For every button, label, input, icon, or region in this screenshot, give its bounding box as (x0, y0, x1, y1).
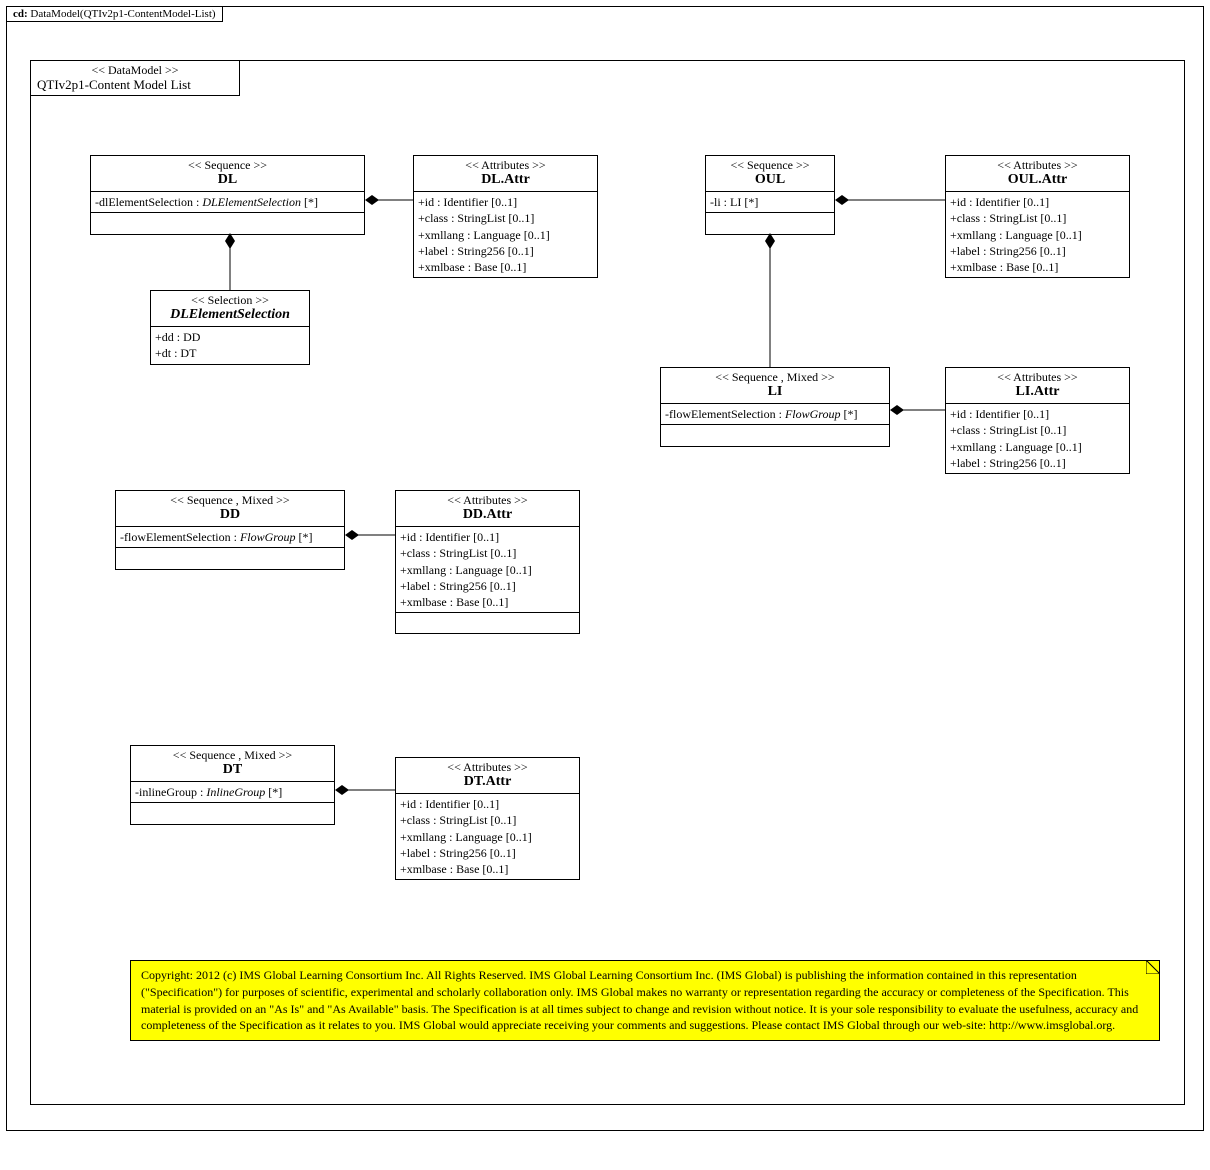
copyright-note: Copyright: 2012 (c) IMS Global Learning … (130, 960, 1160, 1041)
frame-tab: cd: DataModel(QTIv2p1-ContentModel-List) (6, 6, 223, 22)
stereotype: << Attributes >> (950, 158, 1125, 172)
stereotype: << Sequence , Mixed >> (665, 370, 885, 384)
class-DTAttr: << Attributes >> DT.Attr +id : Identifie… (395, 757, 580, 880)
class-ops (396, 613, 579, 633)
diagram-canvas: cd: DataModel(QTIv2p1-ContentModel-List)… (0, 0, 1210, 1170)
frame-tab-title: DataModel(QTIv2p1-ContentModel-List) (30, 8, 215, 20)
stereotype: << Attributes >> (418, 158, 593, 172)
class-DDAttr: << Attributes >> DD.Attr +id : Identifie… (395, 490, 580, 634)
package-header-box: << DataModel >> QTIv2p1-Content Model Li… (30, 60, 240, 96)
class-attrs: +dd : DD +dt : DT (151, 327, 309, 363)
class-attrs: -flowElementSelection : FlowGroup [*] (661, 404, 889, 425)
class-ops (91, 213, 364, 233)
class-title: DLElementSelection (155, 307, 305, 324)
class-title: LI.Attr (950, 384, 1125, 401)
class-title: DD.Attr (400, 507, 575, 524)
class-DD: << Sequence , Mixed >> DD -flowElementSe… (115, 490, 345, 570)
class-OULAttr: << Attributes >> OUL.Attr +id : Identifi… (945, 155, 1130, 278)
class-LI: << Sequence , Mixed >> LI -flowElementSe… (660, 367, 890, 447)
class-title: LI (665, 384, 885, 401)
class-DLAttr: << Attributes >> DL.Attr +id : Identifie… (413, 155, 598, 278)
class-OUL: << Sequence >> OUL -li : LI [*] (705, 155, 835, 235)
class-attrs: +id : Identifier [0..1] +class : StringL… (396, 527, 579, 613)
class-ops (131, 803, 334, 823)
class-DL: << Sequence >> DL -dlElementSelection : … (90, 155, 365, 235)
dogear-icon (1146, 960, 1160, 974)
package-title: QTIv2p1-Content Model List (35, 77, 235, 93)
class-LIAttr: << Attributes >> LI.Attr +id : Identifie… (945, 367, 1130, 474)
class-title: OUL.Attr (950, 172, 1125, 189)
stereotype: << Selection >> (155, 293, 305, 307)
class-DT: << Sequence , Mixed >> DT -inlineGroup :… (130, 745, 335, 825)
class-title: OUL (710, 172, 830, 189)
stereotype: << Sequence >> (95, 158, 360, 172)
class-attrs: +id : Identifier [0..1] +class : StringL… (396, 794, 579, 879)
class-attrs: -flowElementSelection : FlowGroup [*] (116, 527, 344, 548)
class-attrs: -li : LI [*] (706, 192, 834, 213)
class-title: DL (95, 172, 360, 189)
class-attrs: +id : Identifier [0..1] +class : StringL… (946, 192, 1129, 277)
frame-tab-prefix: cd: (13, 8, 28, 20)
stereotype: << Sequence , Mixed >> (120, 493, 340, 507)
stereotype: << Sequence , Mixed >> (135, 748, 330, 762)
class-title: DT (135, 762, 330, 779)
class-ops (661, 425, 889, 445)
class-DLElementSelection: << Selection >> DLElementSelection +dd :… (150, 290, 310, 365)
class-title: DD (120, 507, 340, 524)
class-attrs: +id : Identifier [0..1] +class : StringL… (946, 404, 1129, 473)
class-ops (706, 213, 834, 233)
class-attrs: +id : Identifier [0..1] +class : StringL… (414, 192, 597, 277)
package-stereotype: << DataModel >> (35, 63, 235, 77)
stereotype: << Attributes >> (950, 370, 1125, 384)
class-attrs: -inlineGroup : InlineGroup [*] (131, 782, 334, 803)
class-ops (116, 548, 344, 568)
stereotype: << Attributes >> (400, 493, 575, 507)
class-title: DT.Attr (400, 774, 575, 791)
class-title: DL.Attr (418, 172, 593, 189)
copyright-text: Copyright: 2012 (c) IMS Global Learning … (141, 968, 1138, 1032)
class-attrs: -dlElementSelection : DLElementSelection… (91, 192, 364, 213)
stereotype: << Sequence >> (710, 158, 830, 172)
stereotype: << Attributes >> (400, 760, 575, 774)
